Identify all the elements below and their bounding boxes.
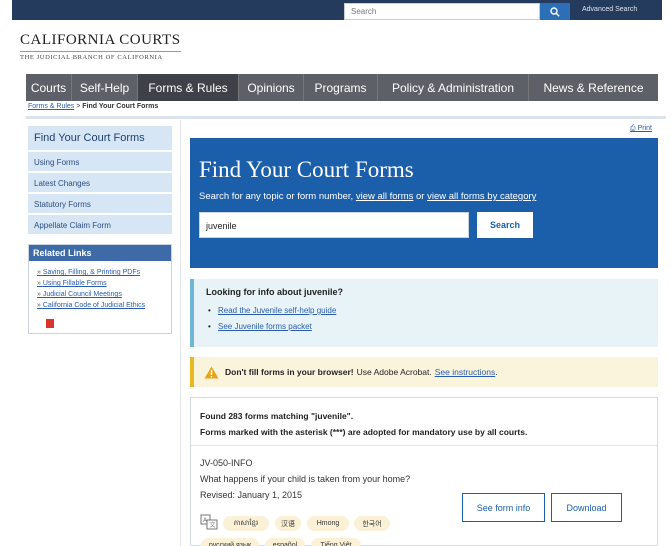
nav-item-courts[interactable]: Courts	[26, 74, 72, 101]
view-by-category-link[interactable]: view all forms by category	[427, 191, 536, 202]
sidebar-heading[interactable]: Find Your Court Forms	[28, 126, 172, 152]
site-logo[interactable]: CALIFORNIA COURTS THE JUDICIAL BRANCH OF…	[20, 32, 181, 61]
nav-item-self-help[interactable]: Self-Help	[72, 74, 138, 101]
printer-icon: ⎙	[630, 125, 636, 132]
sidebar-menu: Find Your Court Forms Using Forms Latest…	[28, 126, 172, 236]
site-search-input[interactable]: Search	[344, 3, 540, 20]
print-label: Print	[637, 125, 652, 132]
related-links-heading: Related Links	[29, 245, 171, 261]
juvenile-info-box: Looking for info about juvenile? Read th…	[190, 279, 658, 347]
language-chip-vietnamese[interactable]: Tiếng Việt	[311, 538, 361, 546]
pdf-icon	[46, 319, 54, 328]
breadcrumb-current: Find Your Court Forms	[82, 103, 159, 110]
warning-text: Use Adobe Acrobat.	[356, 367, 432, 377]
search-results: Found 283 forms matching "juvenile". For…	[190, 397, 658, 546]
browser-warning: Don't fill forms in your browser! Use Ad…	[190, 357, 658, 387]
form-search-input[interactable]: juvenile	[199, 212, 469, 238]
language-chip-russian[interactable]: русский язык	[201, 538, 259, 546]
related-link-council-meetings[interactable]: Judicial Council Meetings	[37, 289, 167, 300]
form-title: What happens if your child is taken from…	[200, 474, 411, 484]
sidebar-item-appellate-claim-form[interactable]: Appellate Claim Form	[28, 215, 172, 236]
advanced-search-link[interactable]: Advanced Search	[582, 6, 637, 13]
hero-desc-mid: or	[416, 191, 425, 202]
related-link-saving-pdfs[interactable]: Saving, Filling, & Printing PDFs	[37, 267, 167, 278]
breadcrumb: Forms & Rules > Find Your Court Forms	[28, 103, 158, 110]
juvenile-self-help-link[interactable]: Read the Juvenile self-help guide	[218, 303, 646, 319]
language-chip-khmer[interactable]: ភាសាខ្មែរ	[223, 516, 269, 531]
related-link-judicial-ethics[interactable]: California Code of Judicial Ethics	[37, 300, 167, 311]
sidebar: Find Your Court Forms Using Forms Latest…	[28, 126, 172, 334]
page-title: Find Your Court Forms	[199, 157, 414, 182]
translate-icon: A 文	[200, 514, 218, 530]
nav-item-policy-administration[interactable]: Policy & Administration	[378, 74, 529, 101]
main-nav: Courts Self-Help Forms & Rules Opinions …	[26, 74, 658, 101]
related-links: Related Links Saving, Filling, & Printin…	[28, 244, 172, 334]
svg-text:文: 文	[210, 521, 216, 529]
form-code: JV-050-INFO	[200, 458, 253, 468]
breadcrumb-separator: >	[76, 103, 81, 110]
warning-end: .	[495, 367, 498, 377]
logo-name: CALIFORNIA COURTS	[20, 32, 181, 48]
logo-subtitle: THE JUDICIAL BRANCH OF CALIFORNIA	[20, 51, 181, 61]
info-heading: Looking for info about juvenile?	[206, 287, 343, 297]
form-revised-date: Revised: January 1, 2015	[200, 490, 303, 500]
results-summary: Found 283 forms matching "juvenile". For…	[191, 398, 657, 446]
sidebar-item-using-forms[interactable]: Using Forms	[28, 152, 172, 173]
nav-item-news-reference[interactable]: News & Reference	[529, 74, 658, 101]
form-search-button[interactable]: Search	[477, 212, 533, 238]
warning-icon	[204, 366, 219, 378]
find-forms-hero: Find Your Court Forms Search for any top…	[190, 138, 658, 268]
view-all-forms-link[interactable]: view all forms	[356, 191, 414, 202]
search-icon	[550, 6, 560, 17]
language-chip-korean[interactable]: 한국어	[354, 516, 390, 531]
sidebar-item-latest-changes[interactable]: Latest Changes	[28, 173, 172, 194]
breadcrumb-forms-rules[interactable]: Forms & Rules	[28, 103, 74, 110]
hero-description: Search for any topic or form number, vie…	[199, 191, 536, 202]
top-bar: Search Advanced Search	[12, 0, 662, 20]
hero-desc-prefix: Search for any topic or form number,	[199, 191, 354, 202]
language-chip-chinese[interactable]: 汉语	[275, 516, 301, 531]
juvenile-forms-packet-link[interactable]: See Juvenile forms packet	[218, 319, 646, 335]
results-count: Found 283 forms matching "juvenile".	[200, 411, 354, 421]
sidebar-border	[180, 120, 181, 546]
related-link-fillable-forms[interactable]: Using Fillable Forms	[37, 278, 167, 289]
download-button[interactable]: Download	[551, 493, 622, 522]
results-note: Forms marked with the asterisk (***) are…	[200, 427, 528, 437]
print-link[interactable]: ⎙ Print	[630, 125, 652, 133]
nav-item-opinions[interactable]: Opinions	[239, 74, 304, 101]
site-search-button[interactable]	[540, 3, 570, 20]
see-form-info-button[interactable]: See form info	[462, 493, 545, 522]
sidebar-item-statutory-forms[interactable]: Statutory Forms	[28, 194, 172, 215]
warning-bold-text: Don't fill forms in your browser!	[225, 367, 354, 377]
see-instructions-link[interactable]: See instructions	[435, 367, 495, 377]
nav-item-forms-rules[interactable]: Forms & Rules	[138, 74, 239, 101]
language-chip-hmong[interactable]: Hmong	[307, 516, 349, 531]
header-divider	[26, 116, 666, 119]
language-chip-spanish[interactable]: español	[265, 538, 305, 546]
nav-item-programs[interactable]: Programs	[304, 74, 378, 101]
